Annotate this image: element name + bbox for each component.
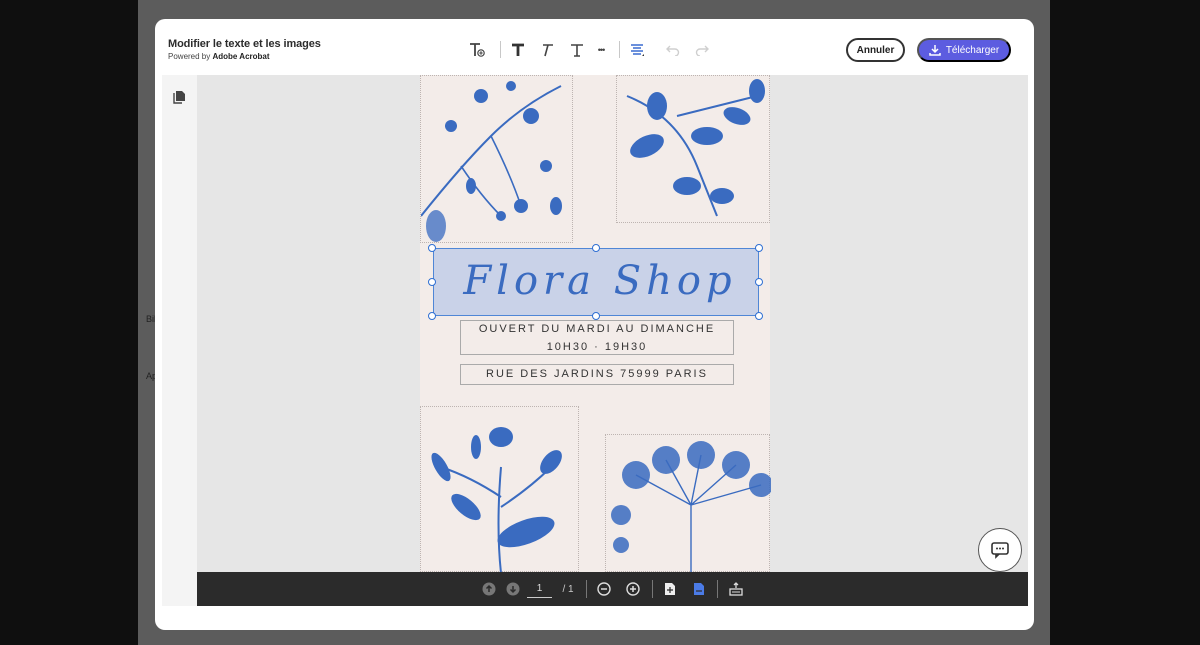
- brand-name: Adobe Acrobat: [212, 52, 270, 61]
- print-icon: [729, 582, 743, 596]
- left-rail: [162, 75, 197, 606]
- next-page-button[interactable]: [505, 581, 521, 597]
- hours-text-box[interactable]: OUVERT DU MARDI AU DIMANCHE 10H30 · 19H3…: [460, 320, 734, 355]
- toolbar-divider: [652, 580, 653, 598]
- fit-width-icon: [694, 583, 704, 595]
- resize-handle[interactable]: [428, 278, 436, 286]
- print-button[interactable]: [728, 581, 744, 597]
- text-style-icon: [571, 44, 583, 57]
- resize-handle[interactable]: [428, 312, 436, 320]
- more-icon: •••: [597, 45, 606, 55]
- page-navigation-bar: 1 / 1: [197, 572, 1028, 606]
- redo-button[interactable]: [691, 39, 713, 61]
- address-text-box[interactable]: RUE DES JARDINS 75999 PARIS: [460, 364, 734, 385]
- arrow-down-icon: [506, 582, 520, 596]
- resize-handle[interactable]: [755, 312, 763, 320]
- undo-icon: [666, 45, 680, 56]
- italic-text-icon: [543, 44, 553, 57]
- italic-button[interactable]: [536, 39, 558, 61]
- powered-by-text: Powered by: [168, 52, 211, 61]
- text-style-button[interactable]: [566, 39, 588, 61]
- zoom-in-button[interactable]: [625, 581, 641, 597]
- hours-line-2: 10H30 · 19H30: [546, 341, 648, 353]
- address-text: RUE DES JARDINS 75999 PARIS: [486, 368, 708, 380]
- flower-illustration-icon: [420, 81, 562, 242]
- bold-button[interactable]: [507, 39, 529, 61]
- flower-illustration-icon: [431, 427, 562, 572]
- resize-handle[interactable]: [592, 312, 600, 320]
- zoom-out-icon: [597, 582, 611, 596]
- hours-line-1: OUVERT DU MARDI AU DIMANCHE: [478, 323, 716, 335]
- pages-icon: [173, 91, 185, 104]
- shop-heading[interactable]: Flora Shop: [440, 249, 760, 313]
- feedback-chat-button[interactable]: [978, 528, 1022, 572]
- toolbar-divider: [717, 580, 718, 598]
- download-icon: [929, 45, 941, 56]
- toolbar-divider: [500, 41, 501, 58]
- align-button[interactable]: [626, 39, 648, 61]
- fit-page-button[interactable]: [662, 581, 678, 597]
- flower-image-bottom-left[interactable]: [420, 406, 579, 572]
- zoom-in-icon: [626, 582, 640, 596]
- flower-image-top-right[interactable]: [616, 75, 770, 223]
- cancel-button[interactable]: Annuler: [846, 38, 905, 62]
- more-options-button[interactable]: •••: [590, 39, 612, 61]
- toolbar-divider: [619, 41, 620, 58]
- page-number-input[interactable]: 1: [527, 580, 552, 598]
- dialog-subtitle: Powered by Adobe Acrobat: [168, 52, 270, 61]
- fit-width-button[interactable]: [691, 581, 707, 597]
- page-total: / 1: [562, 583, 574, 595]
- bold-text-icon: [512, 43, 524, 56]
- chat-icon: [991, 542, 1009, 559]
- download-button[interactable]: Télécharger: [917, 38, 1011, 62]
- pages-panel-button[interactable]: [172, 90, 186, 109]
- toolbar-divider: [586, 580, 587, 598]
- redo-icon: [695, 45, 709, 56]
- edit-dialog: Modifier le texte et les images Powered …: [155, 19, 1034, 630]
- arrow-up-icon: [482, 582, 496, 596]
- previous-page-button[interactable]: [481, 581, 497, 597]
- document-canvas: Flora Shop OUVERT DU MARDI AU DIMANCHE 1…: [197, 75, 1028, 572]
- download-label: Télécharger: [945, 44, 1000, 56]
- document-page: Flora Shop OUVERT DU MARDI AU DIMANCHE 1…: [420, 75, 773, 572]
- undo-button[interactable]: [662, 39, 684, 61]
- add-text-button[interactable]: [466, 39, 488, 61]
- flower-image-bottom-right[interactable]: [605, 434, 773, 572]
- dialog-title: Modifier le texte et les images: [168, 38, 321, 50]
- dialog-header: Modifier le texte et les images Powered …: [155, 19, 1034, 75]
- flower-illustration-icon: [611, 441, 773, 572]
- zoom-out-button[interactable]: [596, 581, 612, 597]
- add-text-icon: [470, 43, 485, 57]
- flower-image-top-left[interactable]: [420, 75, 573, 243]
- resize-handle[interactable]: [428, 244, 436, 252]
- align-icon: [631, 44, 644, 56]
- flower-illustration-icon: [626, 79, 765, 217]
- fit-page-icon: [665, 583, 675, 595]
